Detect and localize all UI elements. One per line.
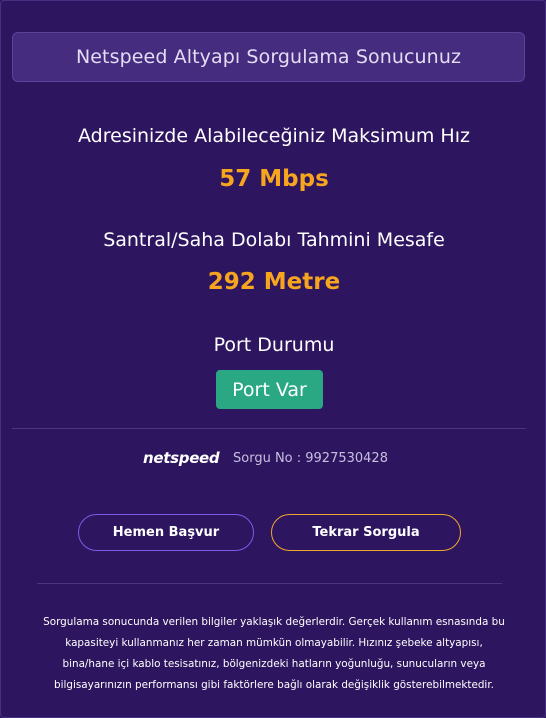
- divider: [37, 583, 502, 584]
- netspeed-logo: netspeed: [143, 449, 220, 467]
- disclaimer-line: kapasiteyi kullanmanız her zaman mümkün …: [65, 637, 483, 649]
- divider: [12, 428, 526, 429]
- distance-value: 292 Metre: [207, 269, 341, 295]
- query-number: Sorgu No : 9927530428: [233, 451, 388, 466]
- page-title: Netspeed Altyapı Sorgulama Sonucunuz: [75, 46, 462, 68]
- disclaimer-text: Sorgulama sonucunda verilen bilgiler yak…: [25, 612, 523, 696]
- disclaimer-line: bilgisayarınızın performansı gibi faktör…: [54, 679, 494, 691]
- max-speed-label: Adresinizde Alabileceğiniz Maksimum Hız: [78, 125, 470, 147]
- apply-now-button[interactable]: Hemen Başvur: [78, 514, 254, 551]
- result-panel: Netspeed Altyapı Sorgulama Sonucunuz Adr…: [0, 0, 546, 718]
- distance-label: Santral/Saha Dolabı Tahmini Mesafe: [103, 229, 445, 251]
- requery-button[interactable]: Tekrar Sorgula: [271, 514, 461, 551]
- disclaimer-line: Sorgulama sonucunda verilen bilgiler yak…: [43, 616, 505, 628]
- port-status-label: Port Durumu: [213, 334, 335, 356]
- disclaimer-line: bina/hane içi kablo tesisatınız, bölgeni…: [62, 658, 486, 670]
- max-speed-value: 57 Mbps: [219, 166, 329, 192]
- result-header: Netspeed Altyapı Sorgulama Sonucunuz: [12, 32, 525, 82]
- port-status-badge[interactable]: Port Var: [216, 370, 323, 409]
